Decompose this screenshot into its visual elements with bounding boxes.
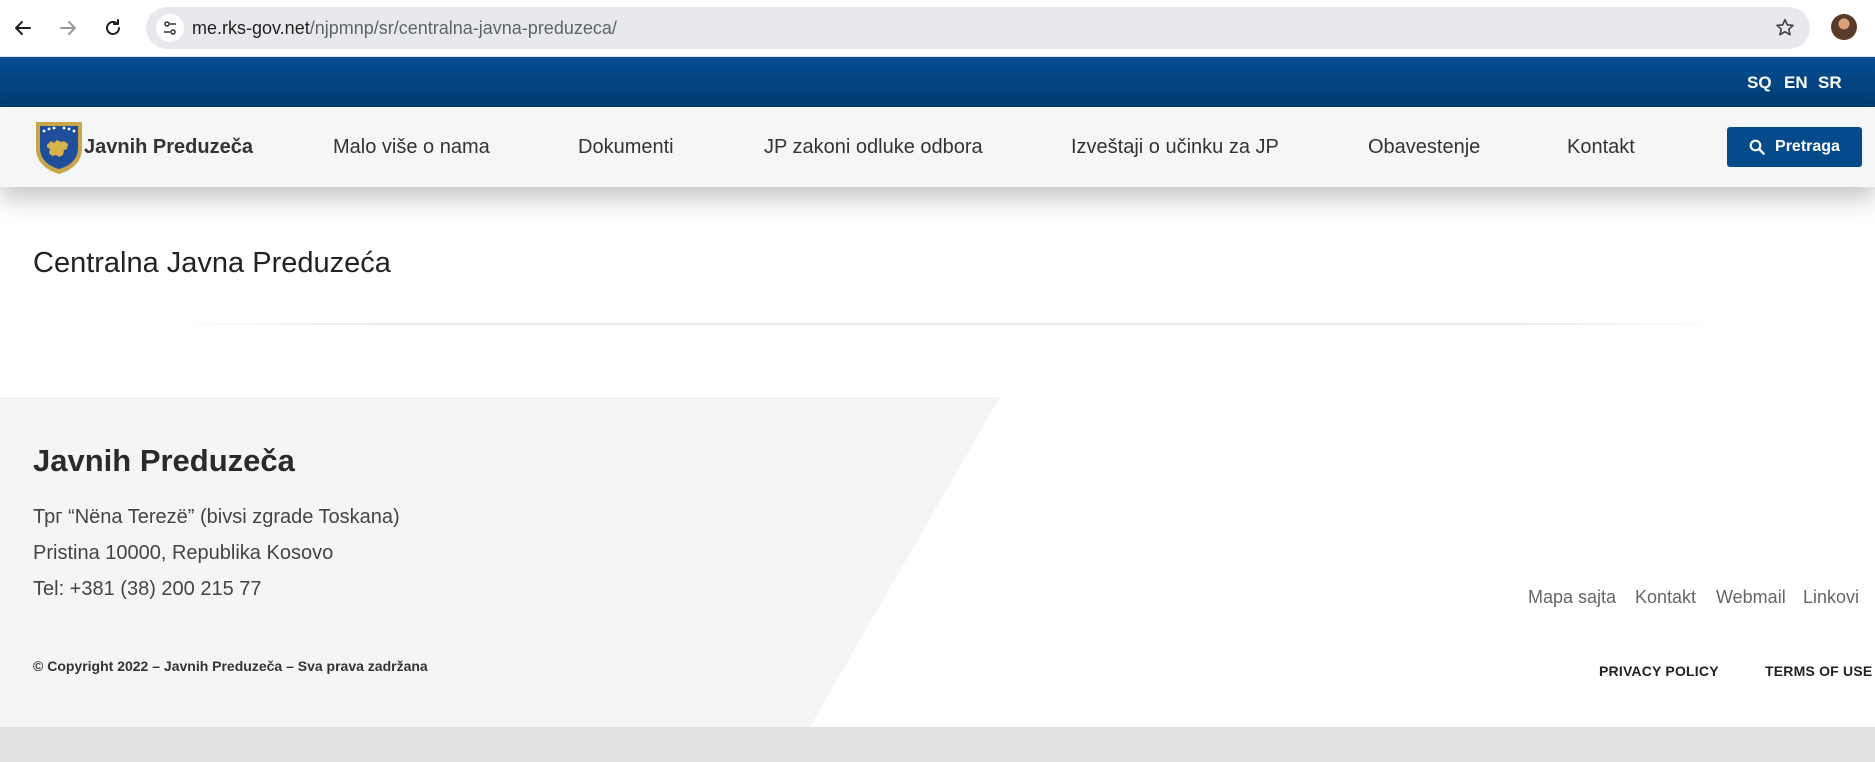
menu-item-documents[interactable]: Dokumenti: [578, 136, 674, 159]
footer-link-webmail[interactable]: Webmail: [1716, 587, 1786, 608]
menu-item-contact[interactable]: Kontakt: [1567, 136, 1635, 159]
reload-button[interactable]: [97, 12, 129, 44]
footer-link-sitemap[interactable]: Mapa sajta: [1528, 587, 1616, 608]
tune-icon: [164, 21, 176, 35]
reload-icon: [106, 19, 120, 35]
url-host: me.rks-gov.net: [192, 18, 310, 38]
kosovo-coat-of-arms-icon[interactable]: [33, 119, 85, 175]
menu-item-laws[interactable]: JP zakoni odluke odbora: [764, 136, 983, 159]
lang-sq-link[interactable]: SQ: [1747, 73, 1772, 93]
main-content: Centralna Javna Preduzeća: [0, 187, 1875, 397]
page-title: Centralna Javna Preduzeća: [33, 247, 391, 279]
back-button[interactable]: [7, 12, 39, 44]
bookmark-star-icon[interactable]: [1774, 17, 1796, 39]
footer-phone: Tel: +381 (38) 200 215 77: [33, 578, 262, 600]
page-bottom-strip: [0, 727, 1875, 762]
language-bar: SQ EN SR: [0, 57, 1875, 107]
footer-link-links[interactable]: Linkovi: [1803, 587, 1859, 608]
content-divider: [170, 323, 1725, 325]
arrow-left-icon: [15, 21, 31, 35]
site-footer: Javnih Preduzeča Трг “Nëna Terezë” (bivs…: [0, 397, 1875, 727]
menu-item-notices[interactable]: Obavestenje: [1368, 136, 1480, 159]
address-bar[interactable]: me.rks-gov.net/njpmnp/sr/centralna-javna…: [146, 7, 1810, 49]
privacy-policy-link[interactable]: PRIVACY POLICY: [1599, 663, 1719, 679]
lang-en-link[interactable]: EN: [1784, 73, 1808, 93]
profile-avatar[interactable]: [1831, 14, 1857, 40]
site-header: Javnih Preduzeča Malo više o nama Dokume…: [0, 107, 1875, 187]
search-icon: [1749, 139, 1765, 155]
footer-title: Javnih Preduzeča: [33, 443, 295, 478]
footer-copyright: © Copyright 2022 – Javnih Preduzeča – Sv…: [33, 658, 428, 674]
browser-toolbar: me.rks-gov.net/njpmnp/sr/centralna-javna…: [0, 0, 1875, 56]
menu-item-reports[interactable]: Izveštaji o učinku za JP: [1071, 136, 1279, 159]
search-button[interactable]: Pretraga: [1727, 127, 1862, 167]
footer-link-contact[interactable]: Kontakt: [1635, 587, 1696, 608]
forward-button[interactable]: [52, 12, 84, 44]
site-info-button[interactable]: [156, 14, 184, 42]
footer-address-line1: Трг “Nëna Terezë” (bivsi zgrade Toskana): [33, 506, 400, 528]
terms-of-use-link[interactable]: TERMS OF USE: [1765, 663, 1872, 679]
menu-item-about[interactable]: Malo više o nama: [333, 136, 490, 159]
brand-name[interactable]: Javnih Preduzeča: [84, 136, 253, 159]
search-button-label: Pretraga: [1775, 138, 1840, 155]
url-path: /njpmnp/sr/centralna-javna-preduzeca/: [309, 18, 617, 38]
arrow-right-icon: [60, 21, 76, 35]
footer-address-line2: Pristina 10000, Republika Kosovo: [33, 542, 334, 564]
lang-sr-link[interactable]: SR: [1818, 73, 1842, 93]
url-text: me.rks-gov.net/njpmnp/sr/centralna-javna…: [192, 18, 617, 39]
